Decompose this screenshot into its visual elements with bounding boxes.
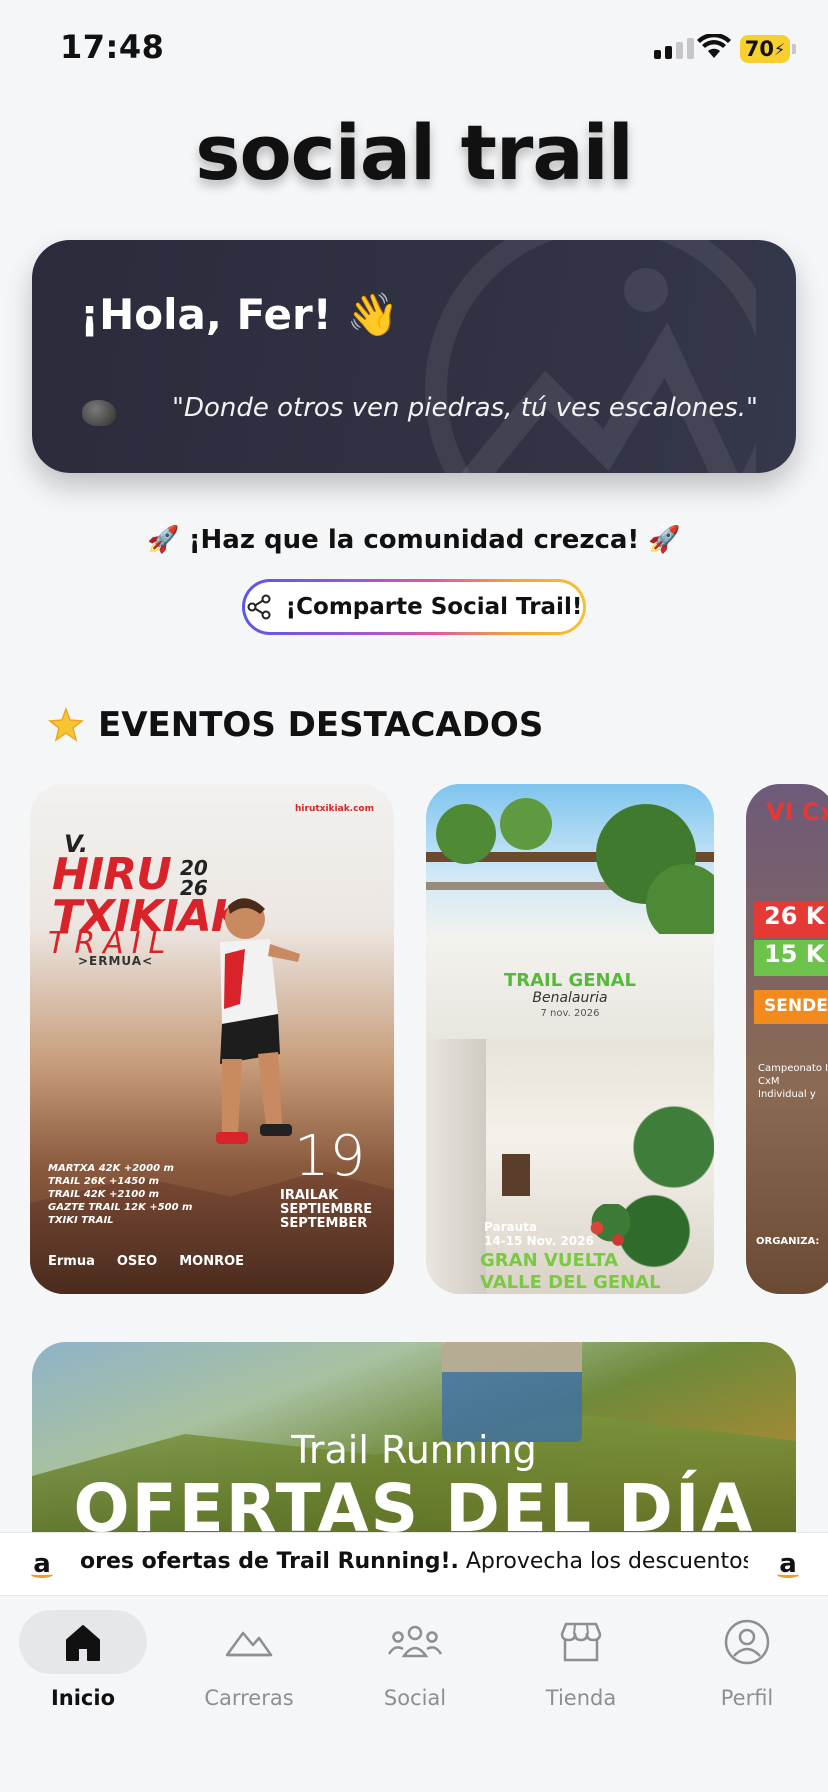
vines-illustration <box>426 798 714 934</box>
event-second-title: GRAN VUELTA VALLE DEL GENAL <box>480 1250 661 1293</box>
event-title: VI Cx <box>766 798 828 826</box>
share-button-label: ¡Comparte Social Trail! <box>285 594 583 620</box>
battery-level: 70 <box>744 37 774 61</box>
event-badge-26k: 26 K <box>754 902 828 938</box>
store-icon <box>560 1622 602 1662</box>
tab-carreras[interactable]: Carreras <box>166 1596 332 1726</box>
tab-label: Inicio <box>50 1686 116 1710</box>
share-button[interactable]: ¡Comparte Social Trail! <box>242 579 586 635</box>
ticker-text: ores ofertas de Trail Running!. Aprovech… <box>80 1549 748 1574</box>
profile-icon <box>724 1619 770 1665</box>
event-organizer-label: ORGANIZA: <box>756 1236 820 1247</box>
ticker-bold: ores ofertas de Trail Running!. <box>80 1549 459 1574</box>
tab-inicio[interactable]: Inicio <box>0 1596 166 1726</box>
battery-tip <box>792 44 796 54</box>
event-title: TRAIL GENAL <box>503 970 637 991</box>
sponsor-ermua: Ermua <box>48 1254 95 1269</box>
brand-logo-watermark-icon <box>425 240 756 473</box>
community-text: 🚀 ¡Haz que la comunidad crezca! 🚀 <box>147 525 681 555</box>
tab-perfil[interactable]: Perfil <box>664 1596 828 1726</box>
greeting-title: ¡Hola, Fer! 👋 <box>80 290 399 339</box>
stone-icon <box>82 400 116 426</box>
star-icon <box>48 707 84 742</box>
event-card-hiru-txikiak[interactable]: hirutxikiak.com V. HIRU TXIKIAK 20 26 TR… <box>30 784 394 1294</box>
amazon-icon: a <box>768 1545 808 1585</box>
offers-ticker[interactable]: a ores ofertas de Trail Running!. Aprove… <box>0 1532 828 1596</box>
sponsor-oseo: OSEO <box>116 1254 158 1269</box>
group-icon <box>387 1625 443 1658</box>
event-description: Campeonato I CxM Individual y <box>758 1063 828 1100</box>
offers-runner-shirt <box>442 1342 582 1372</box>
greeting-quote: "Donde otros ven piedras, tú ves escalon… <box>172 393 758 423</box>
events-section-title: EVENTOS DESTACADOS <box>48 705 543 745</box>
offers-subtitle: Trail Running <box>291 1428 537 1472</box>
greeting-card: ¡Hola, Fer! 👋 "Donde otros ven piedras, … <box>32 240 796 473</box>
event-door <box>502 1154 530 1196</box>
event-card-trail-genal[interactable]: TRAIL GENAL Benalauria 7 nov. 2026 Parau… <box>426 784 714 1294</box>
amazon-icon: a <box>22 1545 62 1585</box>
event-website: hirutxikiak.com <box>295 804 374 814</box>
tab-label: Perfil <box>720 1686 774 1710</box>
runner-illustration <box>216 898 300 1144</box>
events-title-label: EVENTOS DESTACADOS <box>98 705 544 745</box>
offers-title: OFERTAS DEL DÍA <box>73 1470 755 1532</box>
offers-banner[interactable]: Trail Running OFERTAS DEL DÍA <box>32 1342 796 1532</box>
app-title: social trail <box>195 108 634 197</box>
wifi-icon <box>697 34 731 58</box>
status-bar: 17:48 70 ⚡ <box>0 0 828 100</box>
share-icon <box>247 594 271 620</box>
tab-label: Social <box>383 1686 447 1710</box>
event-sponsors: Ermua OSEO MONROE <box>48 1254 244 1269</box>
tab-label: Tienda <box>545 1686 617 1710</box>
event-second-place: Parauta 14-15 Nov. 2026 <box>484 1220 594 1248</box>
tab-tienda[interactable]: Tienda <box>498 1596 664 1726</box>
home-icon <box>66 1625 100 1661</box>
battery-icon: 70 ⚡ <box>740 35 790 63</box>
event-wall <box>426 1039 486 1294</box>
tab-social[interactable]: Social <box>332 1596 498 1726</box>
status-time: 17:48 <box>60 28 165 66</box>
event-badge-15k: 15 K <box>754 940 828 976</box>
cellular-signal-icon <box>654 38 694 59</box>
event-location: >ERMUA< <box>78 954 154 968</box>
event-date: 7 nov. 2026 <box>540 1008 600 1019</box>
sponsor-monroe: MONROE <box>179 1254 245 1269</box>
event-distances: MARTXA 42K +2000 m TRAIL 26K +1450 m TRA… <box>48 1163 193 1226</box>
mountain-icon <box>225 1631 273 1657</box>
tab-label: Carreras <box>204 1686 294 1710</box>
ticker-body: Aprovecha los descuentos en m <box>465 1549 748 1574</box>
event-day: 19 <box>294 1124 366 1189</box>
event-badge-senderismo: SENDERI <box>754 990 828 1024</box>
event-card-vi-cxm[interactable]: VI Cx 26 K 15 K SENDERI Campeonato I CxM… <box>746 784 828 1294</box>
event-month: IRAILAK SEPTIEMBRE SEPTEMBER <box>280 1188 373 1231</box>
event-subtitle: Benalauria <box>532 990 608 1006</box>
tab-bar: Inicio Carreras Social Tienda Perfil <box>0 1596 828 1792</box>
